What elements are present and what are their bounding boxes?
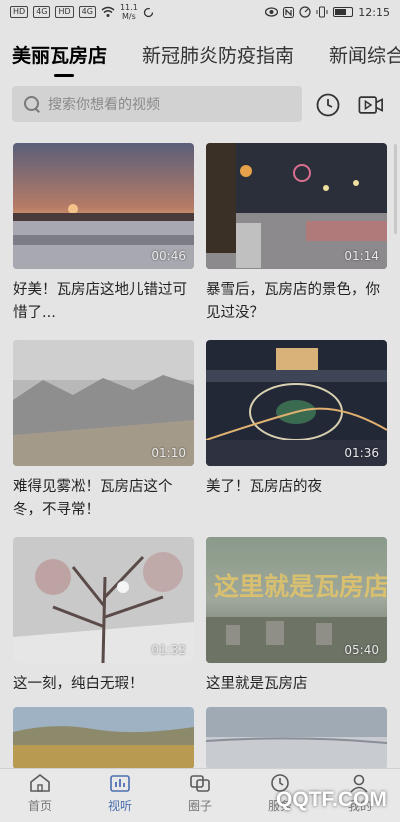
video-duration: 01:36 [344, 446, 379, 460]
search-placeholder: 搜索你想看的视频 [48, 97, 160, 113]
video-card[interactable] [206, 707, 387, 769]
network-badge: 4G [78, 6, 96, 18]
video-duration: 01:14 [344, 249, 379, 263]
video-thumbnail[interactable]: 00:46 [13, 143, 194, 269]
video-camera-icon[interactable] [358, 92, 384, 118]
video-duration: 01:10 [151, 446, 186, 460]
eye-icon [265, 7, 279, 17]
watermark: QQTF.COM [276, 788, 387, 811]
battery-icon [333, 7, 354, 17]
video-thumbnail[interactable] [13, 707, 194, 769]
video-overlay-title: 这里就是瓦房店 [214, 572, 387, 601]
nav-media[interactable]: 视听 [90, 773, 150, 814]
video-title[interactable]: 难得见雾凇！瓦房店这个冬，不寻常！ [13, 476, 194, 522]
video-thumbnail[interactable]: 01:36 [206, 340, 387, 466]
active-tab-indicator [54, 74, 74, 77]
video-title[interactable]: 这里就是瓦房店 [206, 673, 387, 696]
nav-home[interactable]: 首页 [10, 773, 70, 814]
video-duration: 00:46 [151, 249, 186, 263]
tab-news[interactable]: 新闻综合 [329, 41, 400, 68]
speedometer-icon [299, 6, 311, 18]
video-card[interactable]: 01:36 美了！瓦房店的夜 [206, 340, 387, 499]
chart-icon [110, 775, 130, 792]
status-bar-right: 12:15 [265, 6, 390, 19]
tab-covid-guide[interactable]: 新冠肺炎防疫指南 [142, 41, 294, 68]
hd-badge: HD [10, 6, 29, 18]
channel-tabs: 美丽瓦房店 新冠肺炎防疫指南 新闻综合 [0, 36, 400, 80]
status-bar: HD 4G HD 4G 11.1 M/s 12:15 [0, 0, 400, 24]
nav-circle[interactable]: 圈子 [170, 773, 230, 814]
network-speed: 11.1 M/s [119, 3, 138, 21]
video-card[interactable]: 01:14 暴雪后，瓦房店的景色，你见过没？ [206, 143, 387, 325]
video-title[interactable]: 好美！瓦房店这地儿错过可惜了... [13, 279, 194, 325]
home-icon [30, 773, 50, 792]
nfc-icon [283, 6, 295, 18]
tab-meili-wafangdian[interactable]: 美丽瓦房店 [12, 41, 107, 68]
video-card[interactable]: 00:46 好美！瓦房店这地儿错过可惜了... [13, 143, 194, 325]
video-card[interactable]: 这里就是瓦房店 05:40 这里就是瓦房店 [206, 537, 387, 696]
video-thumbnail[interactable]: 01:10 [13, 340, 194, 466]
sync-icon [143, 7, 153, 17]
wifi-icon [101, 6, 115, 17]
video-thumbnail[interactable]: 01:32 [13, 537, 194, 663]
circle-icon [190, 775, 210, 792]
video-card[interactable]: 01:10 难得见雾凇！瓦房店这个冬，不寻常！ [13, 340, 194, 522]
video-thumbnail[interactable] [206, 707, 387, 769]
vibrate-icon [316, 6, 328, 18]
network-badge: 4G [33, 6, 51, 18]
video-title[interactable]: 美了！瓦房店的夜 [206, 476, 387, 499]
video-card[interactable] [13, 707, 194, 769]
video-duration: 05:40 [344, 643, 379, 657]
video-duration: 01:32 [151, 643, 186, 657]
search-icon [24, 96, 40, 112]
search-bar[interactable]: 搜索你想看的视频 [12, 86, 302, 122]
video-thumbnail[interactable]: 01:14 [206, 143, 387, 269]
video-card[interactable]: 01:32 这一刻，纯白无瑕！ [13, 537, 194, 696]
hd-badge: HD [55, 6, 74, 18]
history-clock-icon[interactable] [315, 92, 341, 118]
video-title[interactable]: 暴雪后，瓦房店的景色，你见过没？ [206, 279, 387, 325]
video-title[interactable]: 这一刻，纯白无瑕！ [13, 673, 194, 696]
status-bar-left: HD 4G HD 4G 11.1 M/s [10, 3, 154, 21]
clock-time: 12:15 [358, 5, 390, 19]
video-thumbnail[interactable]: 这里就是瓦房店 05:40 [206, 537, 387, 663]
scrollbar[interactable] [394, 144, 397, 234]
